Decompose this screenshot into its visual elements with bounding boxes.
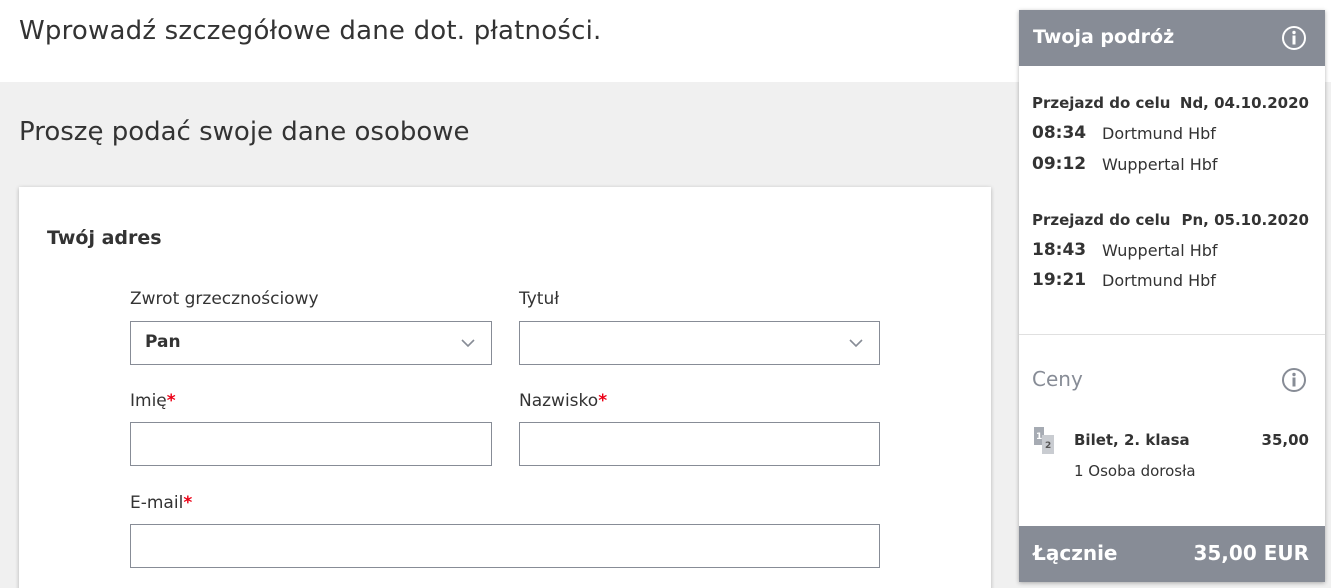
address-card: Twój adres Zwrot grzecznościowy Pan Tytu… [19,187,991,588]
svg-text:1: 1 [1036,432,1042,442]
trip-2-arrival-station: Dortmund Hbf [1102,271,1216,290]
trip-1-departure-time: 08:34 [1032,123,1087,143]
first-name-input[interactable] [130,422,492,466]
svg-text:2: 2 [1045,441,1051,451]
email-label-text: E-mail [130,493,184,513]
sidebar-divider [1019,334,1325,335]
sidebar-title: Twoja podróż [1033,26,1175,48]
ticket-icon: 1 2 [1034,427,1054,454]
salutation-value: Pan [145,332,181,352]
total-label: Łącznie [1033,541,1118,565]
title-select[interactable] [519,321,880,365]
info-icon[interactable] [1281,25,1307,51]
last-name-label-text: Nazwisko [519,391,599,411]
trip-1-label: Przejazd do celu [1032,94,1171,112]
required-marker: * [166,391,176,411]
trip-2-date: Pn, 05.10.2020 [1181,211,1310,229]
trip-2-departure-time: 18:43 [1032,240,1087,260]
prices-label: Ceny [1032,367,1083,391]
required-marker: * [183,493,193,513]
trip-1-arrival-station: Wuppertal Hbf [1102,155,1218,174]
title-label: Tytuł [519,289,560,309]
info-icon[interactable] [1281,367,1307,393]
required-marker: * [598,391,608,411]
trip-1-arrival-time: 09:12 [1032,154,1087,174]
total-value: 35,00 EUR [1193,541,1309,565]
sidebar-header: Twoja podróż [1019,10,1325,66]
email-input[interactable] [130,524,880,568]
last-name-input[interactable] [519,422,880,466]
total-bar: Łącznie 35,00 EUR [1019,526,1325,582]
section-heading: Proszę podać swoje dane osobowe [19,117,470,147]
trip-2-departure-station: Wuppertal Hbf [1102,241,1218,260]
trip-2-arrival-time: 19:21 [1032,270,1087,290]
salutation-select[interactable]: Pan [130,321,492,365]
trip-2-label: Przejazd do celu [1032,211,1171,229]
trip-summary-sidebar: Twoja podróż Przejazd do celu Nd, 04.10.… [1019,10,1325,582]
page-heading: Wprowadź szczegółowe dane dot. płatności… [19,16,602,46]
first-name-label-text: Imię [130,391,167,411]
address-card-title: Twój adres [47,227,162,249]
ticket-name: Bilet, 2. klasa [1074,431,1190,449]
salutation-label: Zwrot grzecznościowy [130,289,319,309]
last-name-label: Nazwisko* [519,391,607,411]
trip-1-date: Nd, 04.10.2020 [1179,94,1309,112]
first-name-label: Imię* [130,391,176,411]
trip-1-departure-station: Dortmund Hbf [1102,124,1216,143]
ticket-price: 35,00 [1261,431,1309,449]
chevron-down-icon [461,339,475,348]
email-label: E-mail* [130,493,192,513]
chevron-down-icon [849,339,863,348]
ticket-passengers: 1 Osoba dorosła [1074,462,1196,480]
